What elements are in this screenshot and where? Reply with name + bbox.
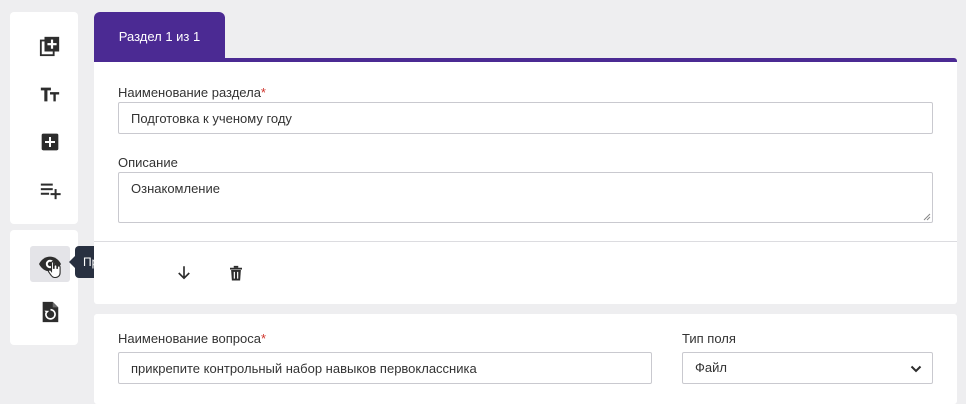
add-copy-button[interactable]: [30, 28, 70, 64]
field-type-label: Тип поля: [682, 331, 736, 346]
required-mark: *: [260, 331, 267, 346]
section-name-label-text: Наименование раздела: [118, 85, 261, 100]
tab-section-1[interactable]: Раздел 1 из 1: [94, 12, 225, 60]
section-card: Наименование раздела* Описание Ознакомле…: [94, 58, 957, 304]
field-type-value: Файл: [695, 360, 727, 375]
move-down-button[interactable]: [171, 260, 197, 286]
restore-page-icon: [42, 301, 59, 323]
text-size-icon: [40, 87, 60, 102]
section-description-input[interactable]: Ознакомление: [118, 172, 933, 223]
arrow-down-icon: [178, 266, 190, 280]
question-name-label: Наименование вопроса*: [118, 331, 266, 346]
delete-section-button[interactable]: [223, 260, 249, 286]
question-name-input[interactable]: [118, 352, 652, 384]
add-section-button[interactable]: [30, 172, 70, 208]
toolbar-panel-bottom: [10, 230, 78, 345]
playlist-add-icon: [40, 183, 61, 200]
hand-cursor-icon: [48, 260, 61, 278]
field-type-select[interactable]: Файл: [682, 352, 933, 384]
add-copy-icon: [39, 36, 60, 57]
trash-icon: [230, 265, 242, 281]
question-name-label-text: Наименование вопроса: [118, 331, 261, 346]
resize-grip-icon[interactable]: [923, 213, 931, 221]
section-description-label: Описание: [118, 155, 178, 170]
section-divider: [94, 241, 957, 242]
add-question-button[interactable]: [30, 124, 70, 160]
section-name-input[interactable]: [118, 102, 933, 134]
section-name-label: Наименование раздела*: [118, 85, 266, 100]
toolbar-panel-top: [10, 12, 78, 224]
chevron-down-icon: [910, 365, 922, 373]
add-title-button[interactable]: [30, 76, 70, 112]
required-mark: *: [260, 85, 266, 100]
preview-button[interactable]: [30, 246, 70, 282]
restore-button[interactable]: [30, 294, 70, 330]
add-box-icon: [41, 133, 59, 151]
